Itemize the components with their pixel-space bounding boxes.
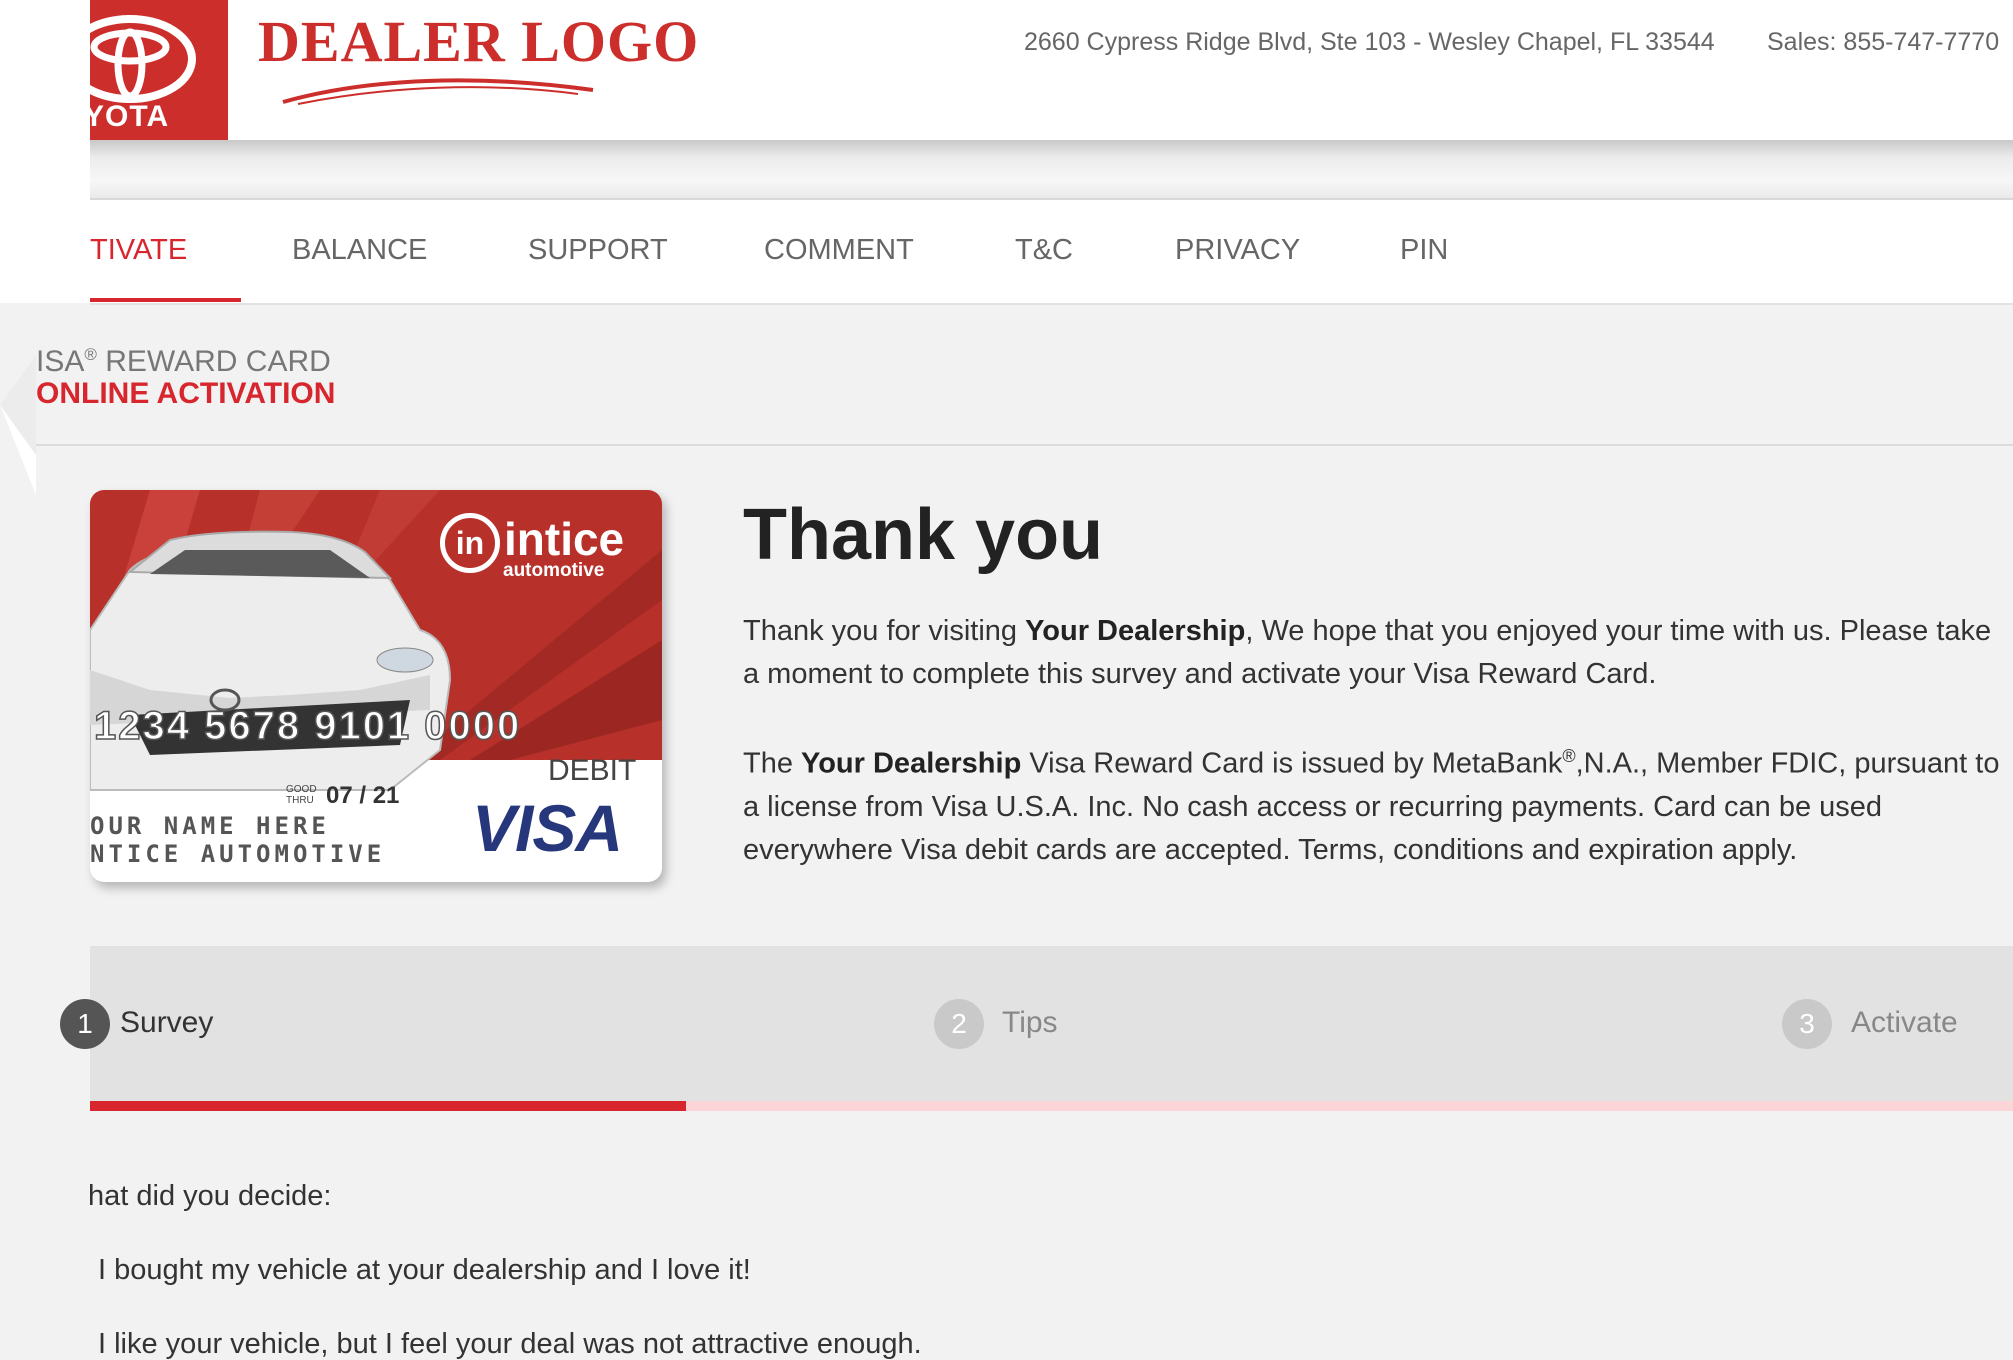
card-type: DEBIT bbox=[548, 754, 637, 787]
title-divider bbox=[36, 444, 2013, 446]
dealer-logo-swoosh-icon bbox=[282, 78, 594, 105]
main-nav: TIVATE BALANCE SUPPORT COMMENT T&C PRIVA… bbox=[90, 200, 2013, 305]
card-expiry: 07 / 21 bbox=[326, 782, 400, 809]
nav-privacy[interactable]: PRIVACY bbox=[1175, 234, 1300, 267]
header-shadow bbox=[90, 140, 2013, 200]
title-line1: ISA® REWARD CARD bbox=[36, 345, 335, 379]
title-line2: ONLINE ACTIVATION bbox=[36, 377, 336, 410]
step-tips-label[interactable]: Tips bbox=[1002, 1006, 1058, 1040]
card-number: 1234 5678 9101 0000 bbox=[93, 703, 522, 749]
nav-comment[interactable]: COMMENT bbox=[764, 234, 914, 267]
thank-you-paragraph-2: The Your Dealership Visa Reward Card is … bbox=[743, 735, 2008, 872]
title-visa: ISA bbox=[36, 345, 85, 378]
thank-you-paragraph-1: Thank you for visiting Your Dealership, … bbox=[743, 610, 2008, 696]
p2-text-a: The bbox=[743, 747, 802, 780]
survey-question: hat did you decide: bbox=[88, 1180, 332, 1212]
survey-option-1[interactable]: I bought my vehicle at your dealership a… bbox=[98, 1254, 751, 1287]
p1-dealership: Your Dealership bbox=[1025, 615, 1246, 647]
page-title: ISA® REWARD CARD ONLINE ACTIVATION bbox=[36, 345, 335, 411]
step-indicator: 1 Survey 2 Tips 3 Activate bbox=[60, 946, 2013, 1102]
card-holder-name: OUR NAME HERE bbox=[90, 812, 330, 840]
title-reward-card: REWARD CARD bbox=[96, 345, 331, 378]
nav-active-underline bbox=[90, 298, 241, 302]
card-good-thru: GOOD THRU bbox=[286, 784, 317, 806]
nav-activate[interactable]: TIVATE bbox=[90, 234, 187, 267]
registered-mark: ® bbox=[84, 345, 97, 364]
step-activate-label[interactable]: Activate bbox=[1851, 1006, 1958, 1040]
sales-phone[interactable]: Sales: 855-747-7770 bbox=[1767, 28, 1999, 57]
nav-terms[interactable]: T&C bbox=[1015, 234, 1073, 267]
dealer-logo[interactable]: DEALER LOGO bbox=[258, 8, 698, 108]
card-brand-text: intice bbox=[504, 513, 625, 565]
thank-you-heading: Thank you bbox=[743, 495, 1104, 575]
step-survey-label[interactable]: Survey bbox=[120, 1006, 213, 1040]
progress-fill bbox=[90, 1101, 686, 1111]
step-2-circle: 2 bbox=[934, 999, 984, 1049]
nav-pin[interactable]: PIN bbox=[1400, 234, 1448, 267]
step-1-circle: 1 bbox=[60, 999, 110, 1049]
p2-text-c: Visa Reward Card is issued by MetaBank bbox=[1021, 747, 1563, 780]
p1-text-a: Thank you for visiting bbox=[743, 615, 1026, 647]
toyota-emblem-icon bbox=[90, 15, 196, 103]
card-brand-sub: automotive bbox=[503, 560, 605, 581]
survey-option-2[interactable]: I like your vehicle, but I feel your dea… bbox=[98, 1328, 922, 1360]
site-header: YOTA DEALER LOGO 2660 Cypress Ridge Blvd… bbox=[0, 0, 2013, 168]
visa-logo: VISA bbox=[472, 791, 623, 865]
dealer-address: 2660 Cypress Ridge Blvd, Ste 103 - Wesle… bbox=[1024, 28, 1715, 56]
card-company: NTICE AUTOMOTIVE bbox=[90, 840, 386, 868]
nav-balance[interactable]: BALANCE bbox=[292, 234, 427, 267]
reward-card-image: in intice automotive 1234 5678 9101 0000 … bbox=[90, 490, 662, 882]
brand-text: YOTA bbox=[90, 100, 170, 133]
thru-label: THRU bbox=[286, 795, 314, 806]
page: YOTA DEALER LOGO 2660 Cypress Ridge Blvd… bbox=[0, 0, 2013, 1360]
good-label: GOOD bbox=[286, 784, 317, 795]
step-3-circle: 3 bbox=[1782, 999, 1832, 1049]
dealer-logo-text: DEALER LOGO bbox=[258, 9, 700, 74]
nav-support[interactable]: SUPPORT bbox=[528, 234, 668, 267]
p2-dealership: Your Dealership bbox=[801, 747, 1022, 780]
p2-registered-mark: ® bbox=[1562, 746, 1576, 766]
